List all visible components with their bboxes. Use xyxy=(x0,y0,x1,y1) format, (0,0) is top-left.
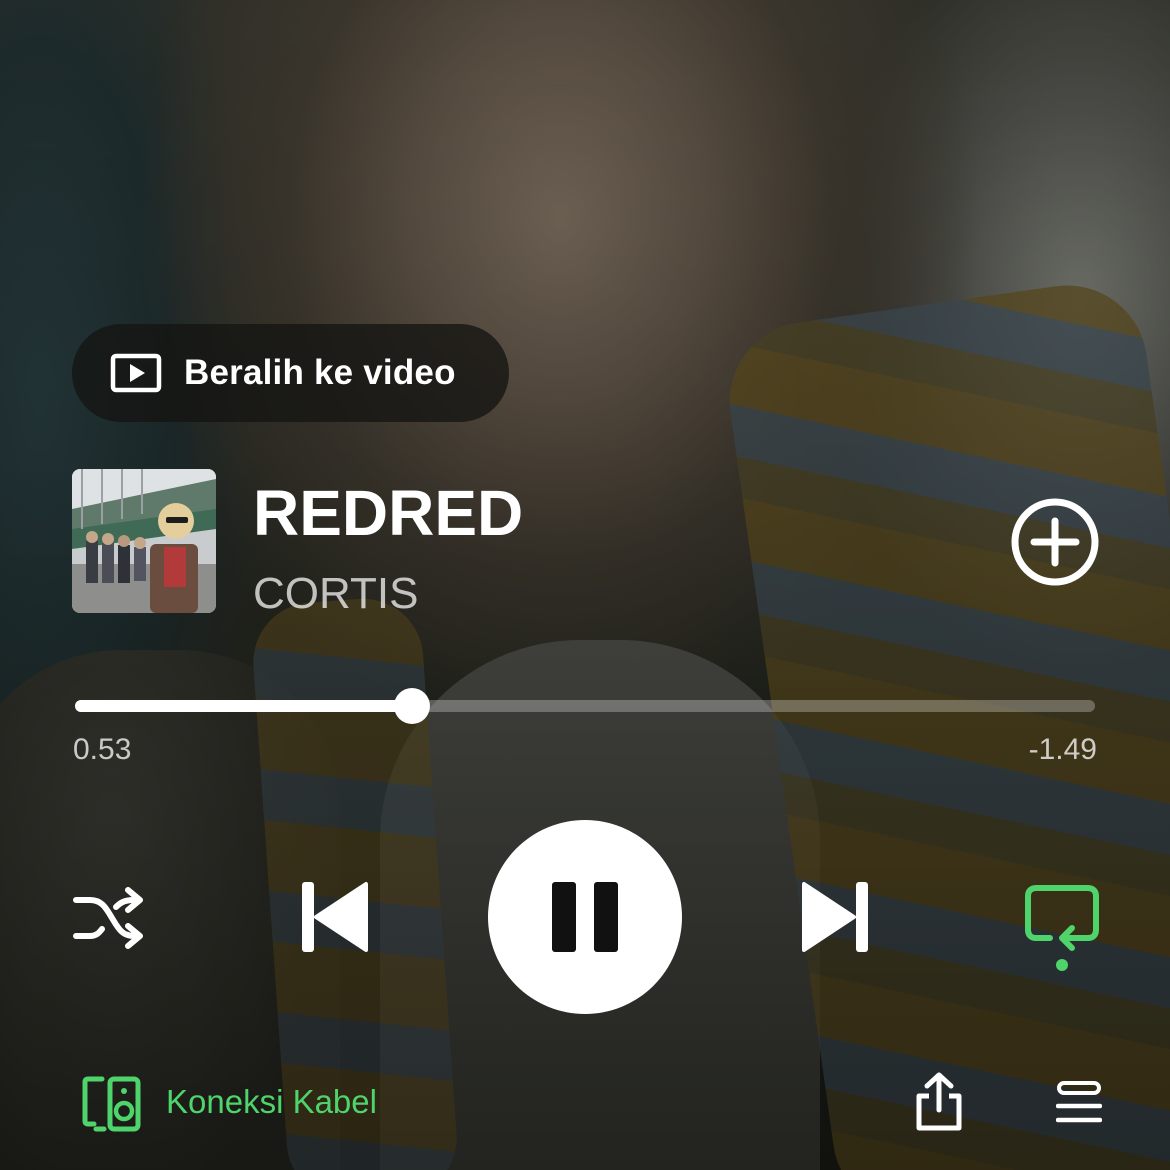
progress-fill xyxy=(75,700,412,712)
switch-to-video-label: Beralih ke video xyxy=(184,353,456,392)
time-remaining: -1.49 xyxy=(1028,733,1097,766)
time-elapsed: 0.53 xyxy=(73,733,132,766)
pause-button[interactable] xyxy=(488,820,682,1014)
speaker-device-icon[interactable] xyxy=(82,1076,142,1132)
repeat-icon[interactable] xyxy=(1024,884,1100,974)
output-device-label[interactable]: Koneksi Kabel xyxy=(166,1083,377,1121)
play-box-icon xyxy=(110,353,162,393)
shuffle-icon[interactable] xyxy=(72,886,146,950)
progress-bar[interactable] xyxy=(75,688,1095,724)
album-art[interactable] xyxy=(72,469,216,613)
pause-icon-bar-left xyxy=(552,882,576,952)
pause-icon-bar-right xyxy=(594,882,618,952)
share-icon[interactable] xyxy=(913,1072,965,1132)
track-title[interactable]: REDRED xyxy=(253,476,523,550)
queue-icon[interactable] xyxy=(1056,1080,1102,1126)
progress-handle[interactable] xyxy=(393,688,430,724)
track-artist[interactable]: CORTIS xyxy=(253,569,418,619)
skip-previous-icon[interactable] xyxy=(300,880,370,954)
skip-next-icon[interactable] xyxy=(800,880,870,954)
switch-to-video-button[interactable]: Beralih ke video xyxy=(72,324,509,422)
album-art-image xyxy=(72,469,216,613)
add-circle-icon[interactable] xyxy=(1010,497,1100,587)
